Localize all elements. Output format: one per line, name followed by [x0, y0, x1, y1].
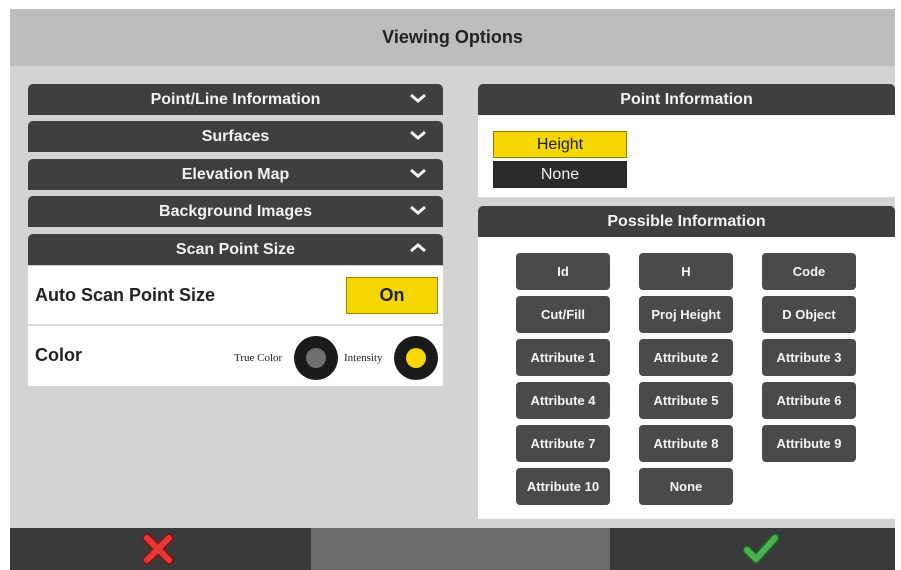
section-label: Scan Point Size: [175, 240, 296, 258]
checkmark-icon: [743, 533, 779, 564]
true-color-label: True Color: [234, 352, 283, 364]
section-surfaces[interactable]: Surfaces: [28, 121, 443, 152]
true-color-radio[interactable]: [294, 336, 338, 380]
attr-button-attribute-1[interactable]: Attribute 1: [516, 339, 610, 376]
attr-button-attribute-7[interactable]: Attribute 7: [516, 425, 610, 462]
attr-button-attribute-10[interactable]: Attribute 10: [516, 468, 610, 505]
attr-button-code[interactable]: Code: [762, 253, 856, 290]
section-label: Background Images: [159, 202, 312, 220]
auto-scan-point-size-label: Auto Scan Point Size: [35, 285, 216, 305]
attr-button-none[interactable]: None: [639, 468, 733, 505]
cancel-button[interactable]: [10, 528, 311, 570]
section-label: Surfaces: [201, 127, 270, 145]
chevron-up-icon: [410, 243, 426, 253]
point-info-height-chip[interactable]: Height: [493, 131, 627, 158]
attr-button-attribute-2[interactable]: Attribute 2: [639, 339, 733, 376]
section-background-images[interactable]: Background Images: [28, 196, 443, 227]
attr-button-attribute-3[interactable]: Attribute 3: [762, 339, 856, 376]
attr-button-h[interactable]: H: [639, 253, 733, 290]
intensity-label: Intensity: [344, 352, 383, 364]
chevron-down-icon: [410, 205, 426, 215]
section-scan-point-size[interactable]: Scan Point Size: [28, 234, 443, 265]
attr-button-d-object[interactable]: D Object: [762, 296, 856, 333]
attr-button-attribute-5[interactable]: Attribute 5: [639, 382, 733, 419]
color-label: Color: [35, 345, 82, 365]
attr-button-id[interactable]: Id: [516, 253, 610, 290]
x-icon: [142, 533, 174, 565]
auto-scan-toggle-button[interactable]: On: [346, 277, 438, 314]
bottom-action-bar: [10, 528, 895, 570]
intensity-radio[interactable]: [394, 336, 438, 380]
section-label: Elevation Map: [181, 165, 290, 183]
possible-information-header: Possible Information: [478, 206, 895, 237]
section-point-line-information[interactable]: Point/Line Information: [28, 84, 443, 115]
section-elevation-map[interactable]: Elevation Map: [28, 159, 443, 190]
window-title: Viewing Options: [10, 9, 895, 66]
attr-button-attribute-9[interactable]: Attribute 9: [762, 425, 856, 462]
confirm-button[interactable]: [610, 528, 895, 570]
chevron-down-icon: [410, 93, 426, 103]
attr-button-proj-height[interactable]: Proj Height: [639, 296, 733, 333]
attr-button-attribute-4[interactable]: Attribute 4: [516, 382, 610, 419]
viewing-options-window: Viewing Options Point/Line Information S…: [10, 9, 895, 570]
bottom-bar-spacer: [311, 528, 610, 570]
chevron-down-icon: [410, 168, 426, 178]
auto-scan-point-size-row: Auto Scan Point Size On: [28, 266, 443, 326]
attr-button-cut-fill[interactable]: Cut/Fill: [516, 296, 610, 333]
point-information-header: Point Information: [478, 84, 895, 115]
attr-button-attribute-8[interactable]: Attribute 8: [639, 425, 733, 462]
point-info-none-chip[interactable]: None: [493, 161, 627, 188]
scan-point-size-panel: Auto Scan Point Size On Color True Color…: [28, 266, 443, 386]
attr-button-attribute-6[interactable]: Attribute 6: [762, 382, 856, 419]
chevron-down-icon: [410, 130, 426, 140]
section-label: Point/Line Information: [150, 90, 321, 108]
